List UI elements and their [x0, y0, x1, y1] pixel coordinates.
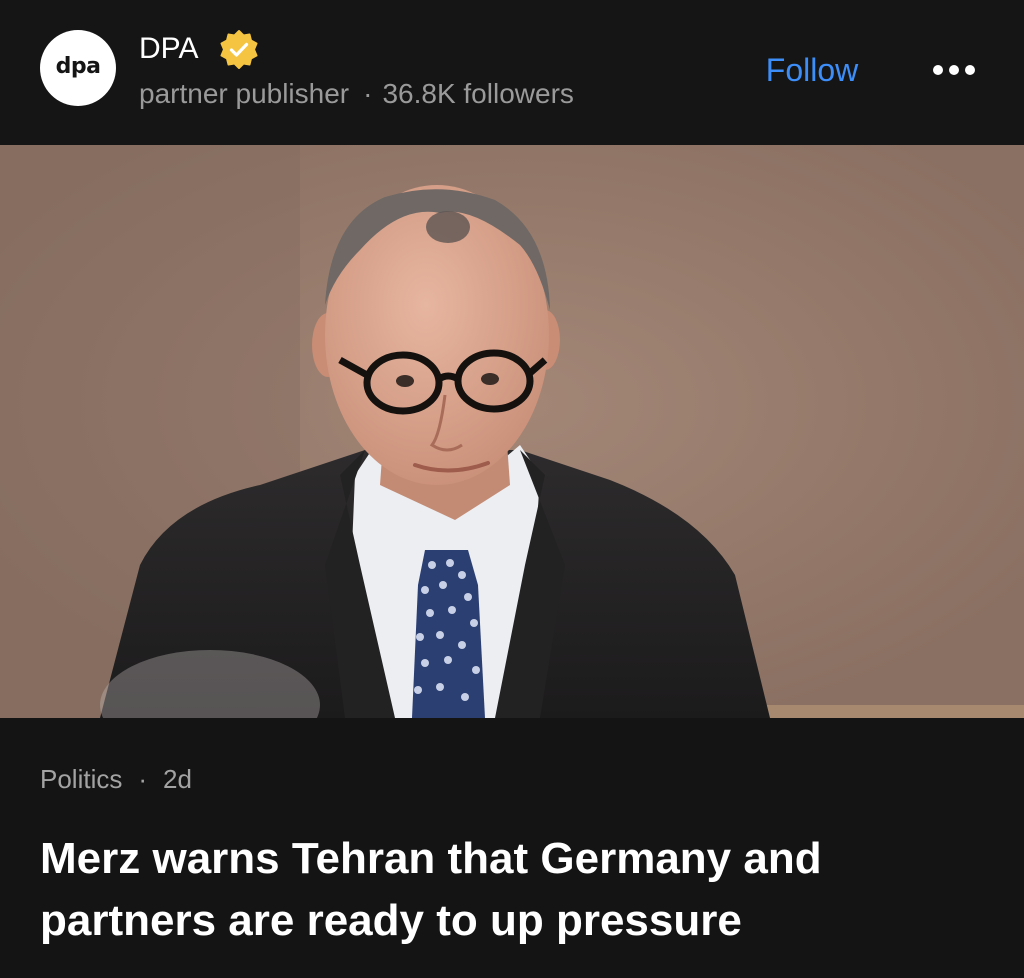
publisher-avatar[interactable]: dpa [40, 30, 116, 106]
avatar-logo-text: dpa [55, 53, 101, 79]
article-hero-image[interactable] [0, 145, 1024, 718]
publisher-name[interactable]: DPA [139, 32, 198, 66]
verified-badge-icon [220, 30, 258, 69]
follower-count: 36.8K followers [382, 78, 574, 109]
meta-separator: · [363, 78, 373, 109]
publisher-meta: partner publisher · 36.8K followers [139, 78, 574, 110]
article-category[interactable]: Politics [40, 764, 122, 794]
hero-photo-illustration [0, 145, 1024, 718]
publisher-subtitle: partner publisher [139, 78, 350, 109]
publisher-header: dpa DPA partner publisher · 36.8K follower… [0, 0, 1024, 145]
meta-separator: · [138, 764, 148, 794]
follow-button[interactable]: Follow [744, 46, 880, 94]
article-meta: Politics · 2d [40, 764, 192, 795]
more-dot [949, 65, 959, 75]
news-card: dpa DPA partner publisher · 36.8K follower… [0, 0, 1024, 978]
article-headline[interactable]: Merz warns Tehran that Germany and partn… [40, 828, 1000, 952]
more-dot [933, 65, 943, 75]
more-dot [965, 65, 975, 75]
article-age: 2d [163, 764, 192, 794]
more-options-icon[interactable] [922, 50, 986, 90]
